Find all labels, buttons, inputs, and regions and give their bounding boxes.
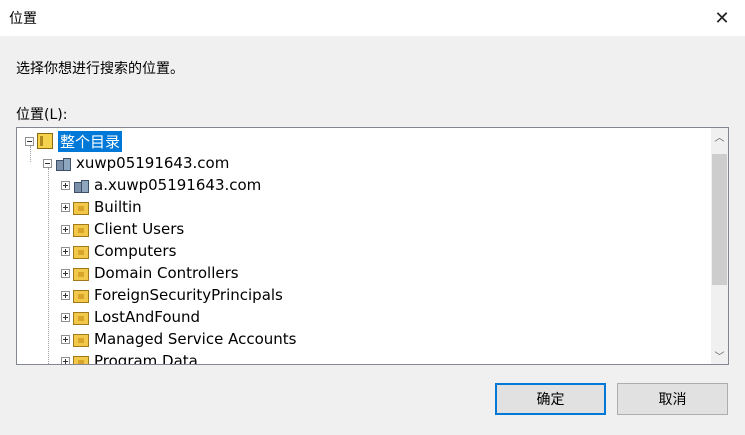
expand-icon[interactable] [61, 180, 70, 190]
tree-node-root[interactable]: 整个目录 [25, 130, 123, 152]
tree-node-label[interactable]: ForeignSecurityPrincipals [94, 286, 283, 304]
expand-icon[interactable] [61, 290, 70, 300]
collapse-icon[interactable] [43, 158, 52, 168]
collapse-icon[interactable] [25, 136, 34, 146]
folder-icon [73, 333, 89, 347]
close-button[interactable]: ✕ [699, 0, 745, 36]
location-tree[interactable]: 整个目录 xuwp05191643.com a.xuwp05191643.com… [16, 127, 729, 365]
directory-icon [37, 133, 53, 149]
tree-node-child[interactable]: Builtin [61, 196, 142, 218]
ok-button[interactable]: 确定 [495, 383, 606, 415]
tree-node-label[interactable]: 整个目录 [58, 130, 123, 152]
prompt-text: 选择你想进行搜索的位置。 [16, 61, 184, 77]
tree-connector [48, 168, 49, 364]
expand-icon[interactable] [61, 246, 70, 256]
window-title: 位置 [9, 11, 37, 27]
folder-icon [73, 245, 89, 259]
tree-node-label[interactable]: Client Users [94, 220, 184, 238]
folder-icon [73, 311, 89, 325]
tree-node-label[interactable]: Domain Controllers [94, 264, 239, 282]
tree-node-child[interactable]: Domain Controllers [61, 262, 239, 284]
expand-icon[interactable] [61, 356, 70, 364]
scroll-down-icon[interactable]: ﹀ [711, 347, 728, 364]
title-bar: 位置 ✕ [0, 0, 745, 36]
domain-icon [73, 177, 89, 193]
scrollbar-thumb[interactable] [712, 154, 727, 285]
expand-icon[interactable] [61, 312, 70, 322]
tree-node-child[interactable]: a.xuwp05191643.com [61, 174, 261, 196]
expand-icon[interactable] [61, 224, 70, 234]
tree-node-domain[interactable]: xuwp05191643.com [43, 152, 229, 174]
tree-node-child[interactable]: LostAndFound [61, 306, 200, 328]
tree-node-label[interactable]: a.xuwp05191643.com [94, 176, 261, 194]
tree-content: 整个目录 xuwp05191643.com a.xuwp05191643.com… [17, 128, 711, 364]
tree-node-label[interactable]: Managed Service Accounts [94, 330, 296, 348]
folder-icon [73, 201, 89, 215]
location-label: 位置(L): [16, 107, 68, 123]
tree-node-label[interactable]: xuwp05191643.com [76, 154, 229, 172]
folder-icon [73, 267, 89, 281]
tree-node-child[interactable]: Client Users [61, 218, 184, 240]
expand-icon[interactable] [61, 334, 70, 344]
folder-icon [73, 223, 89, 237]
tree-node-child[interactable]: Program Data [61, 350, 198, 364]
expand-icon[interactable] [61, 202, 70, 212]
tree-node-child[interactable]: ForeignSecurityPrincipals [61, 284, 283, 306]
scroll-up-icon[interactable]: ︿ [711, 128, 728, 145]
tree-node-label[interactable]: Builtin [94, 198, 142, 216]
expand-icon[interactable] [61, 268, 70, 278]
vertical-scrollbar[interactable]: ︿ ﹀ [711, 128, 728, 364]
tree-node-child[interactable]: Managed Service Accounts [61, 328, 296, 350]
tree-node-label[interactable]: LostAndFound [94, 308, 200, 326]
domain-icon [55, 155, 71, 171]
cancel-button[interactable]: 取消 [617, 383, 728, 415]
folder-icon [73, 289, 89, 303]
tree-node-label[interactable]: Program Data [94, 352, 198, 364]
close-icon: ✕ [714, 7, 730, 29]
tree-node-child[interactable]: Computers [61, 240, 176, 262]
tree-node-label[interactable]: Computers [94, 242, 176, 260]
folder-icon [73, 355, 89, 364]
